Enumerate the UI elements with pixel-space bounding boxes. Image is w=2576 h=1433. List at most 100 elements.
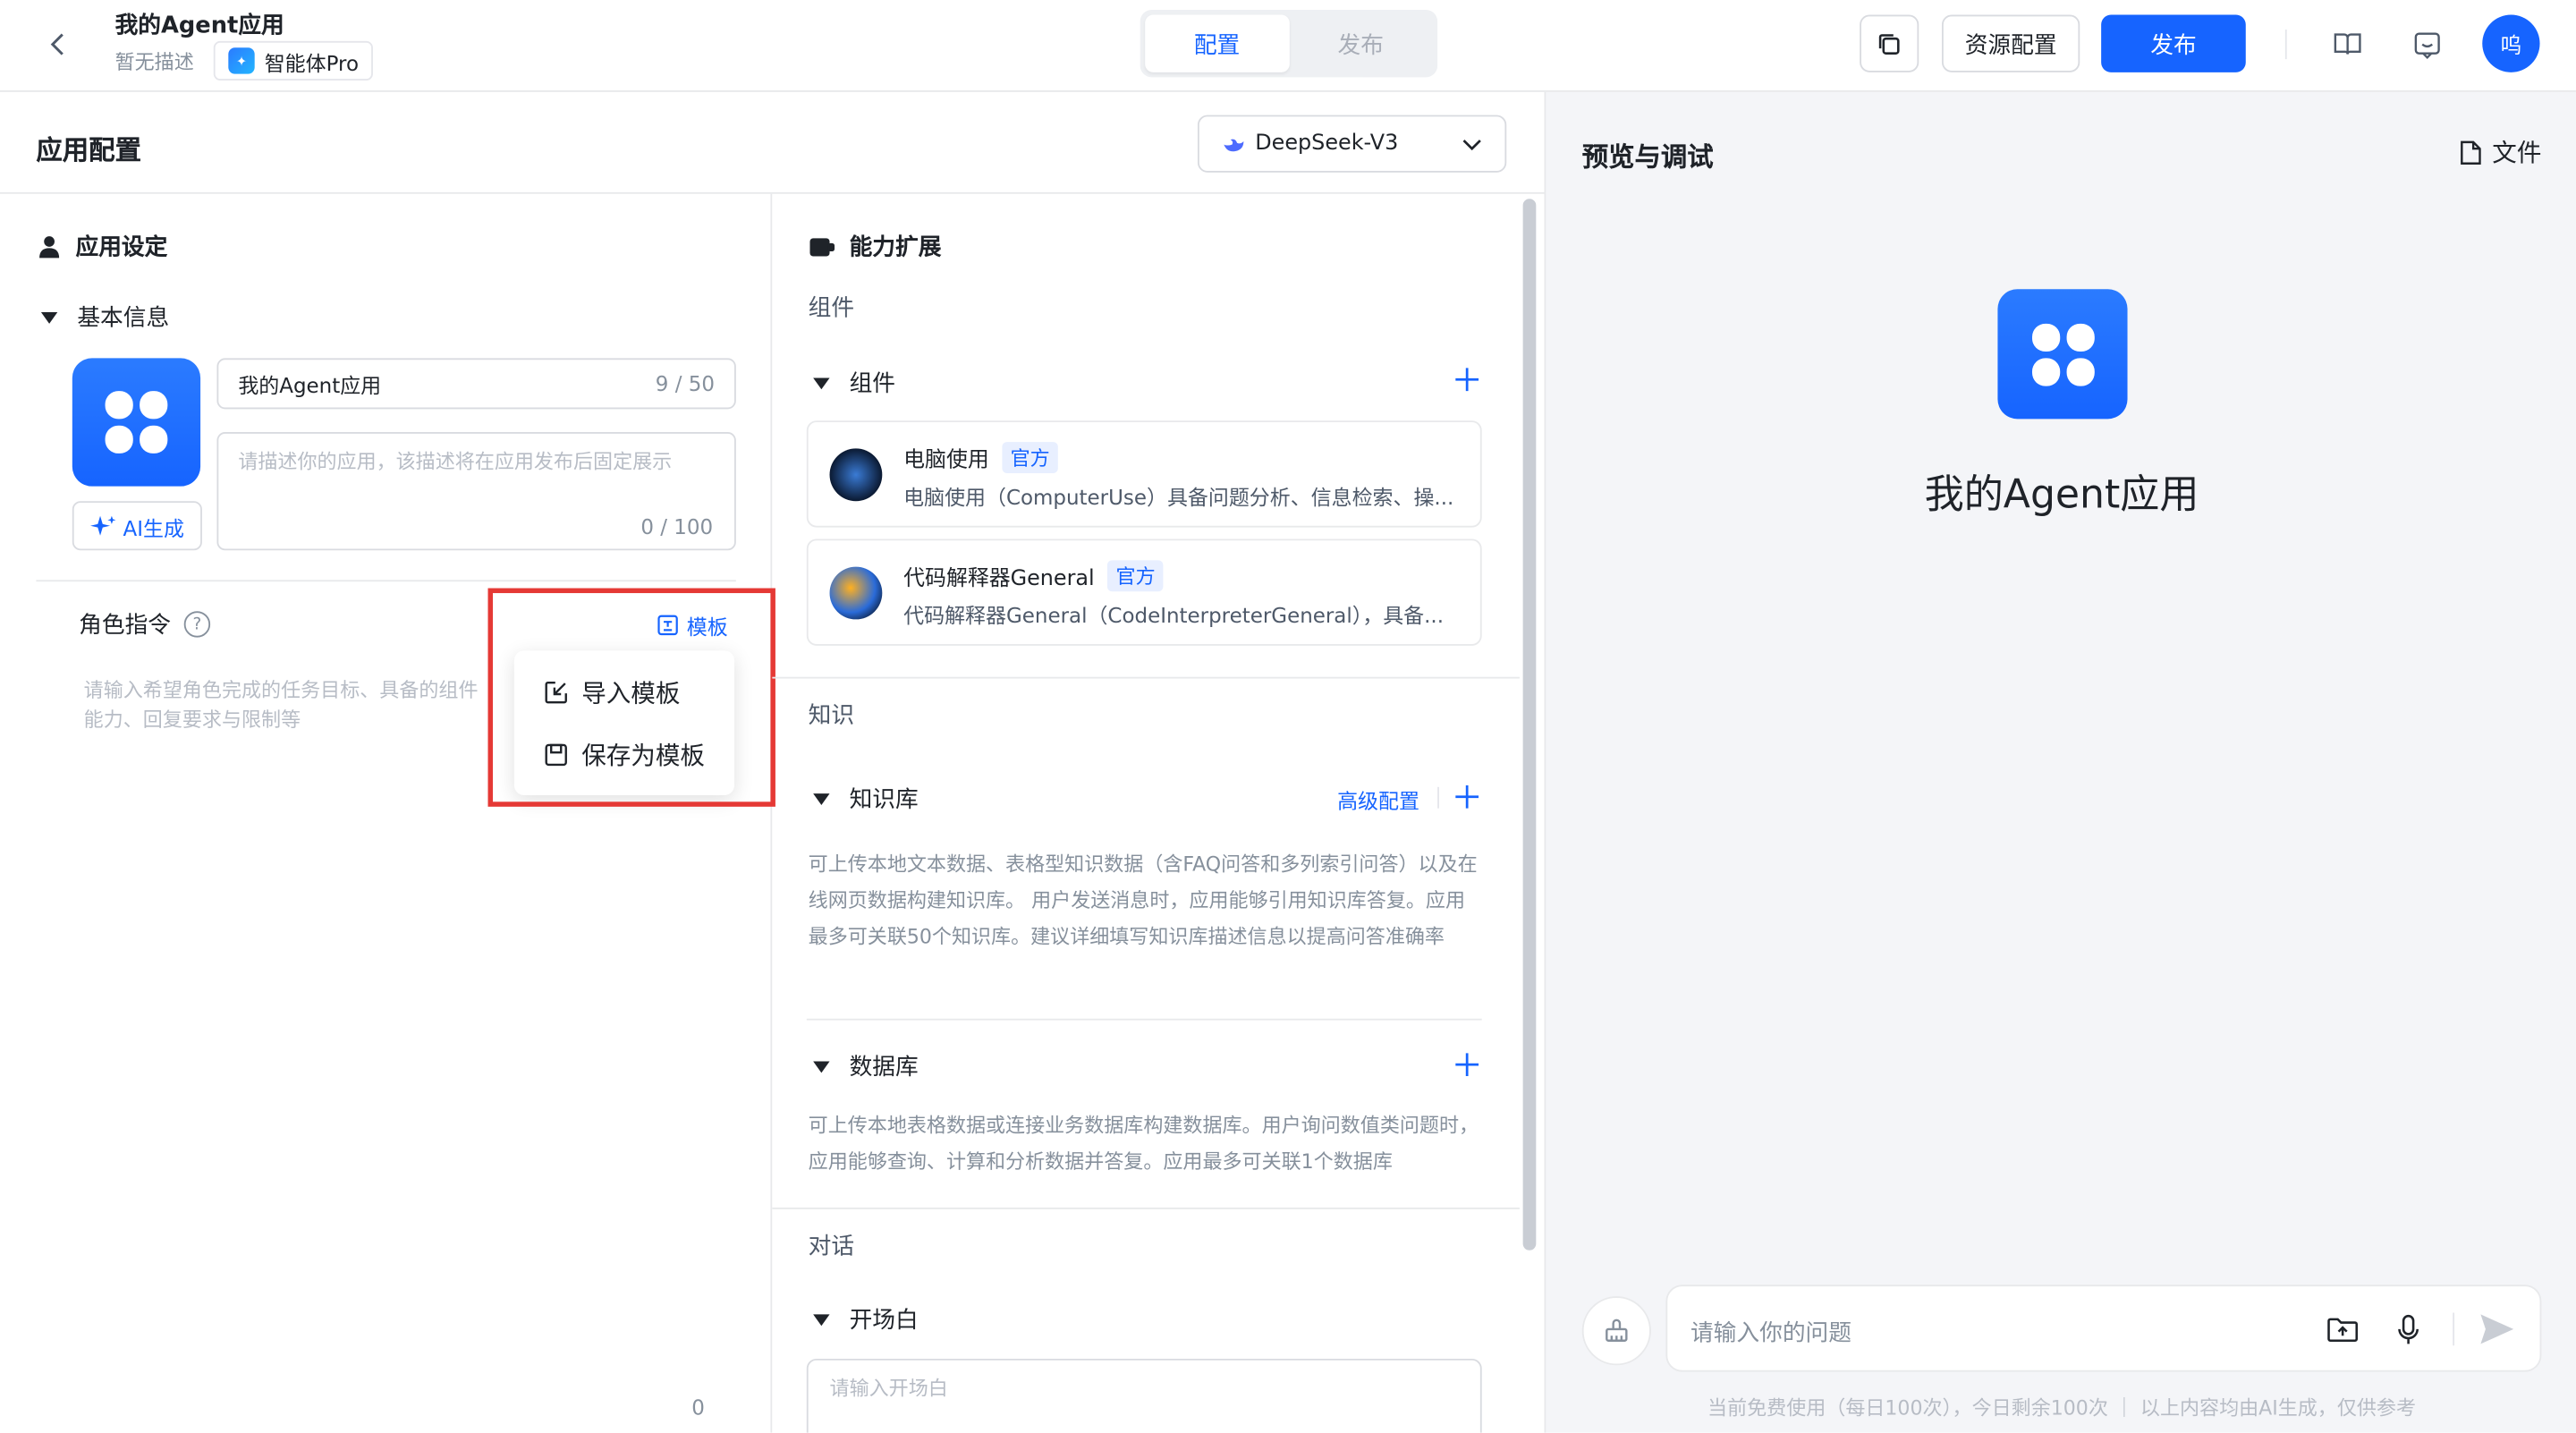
component-title: 代码解释器General 官方 — [903, 560, 1164, 592]
component-title: 电脑使用 官方 — [903, 442, 1058, 473]
puzzle-icon — [809, 237, 835, 256]
chevron-left-icon — [50, 33, 64, 55]
ai-generate-label: AI生成 — [123, 514, 184, 540]
tab-config[interactable]: 配置 — [1145, 14, 1289, 72]
back-button[interactable] — [39, 26, 75, 62]
send-icon — [2480, 1314, 2514, 1344]
file-button[interactable]: 文件 — [2460, 135, 2542, 170]
app-name-input[interactable]: 我的Agent应用 9 / 50 — [216, 358, 736, 410]
settings-section-title: 应用设定 — [75, 234, 168, 262]
knowledge-base-toggle[interactable]: 知识库 — [813, 782, 919, 815]
divider — [36, 580, 736, 582]
chat-input[interactable]: 请输入你的问题 — [1665, 1285, 2542, 1372]
divider — [1437, 786, 1439, 809]
components-toggle[interactable]: 组件 — [813, 367, 895, 400]
ability-section-title: 能力扩展 — [849, 234, 942, 262]
voice-input-button[interactable] — [2390, 1311, 2426, 1347]
help-icon[interactable]: ? — [183, 611, 211, 638]
tab-publish[interactable]: 发布 — [1289, 15, 1433, 72]
component-name: 电脑使用 — [903, 448, 989, 473]
caret-down-icon — [813, 1060, 830, 1073]
advanced-config-link[interactable]: 高级配置 — [1337, 784, 1419, 815]
basic-info-toggle[interactable]: 基本信息 — [40, 301, 169, 334]
add-component-icon[interactable] — [1453, 367, 1479, 393]
app-type-badge: ✦ 智能体Pro — [213, 40, 374, 81]
file-icon — [2461, 140, 2481, 165]
file-button-label: 文件 — [2492, 138, 2542, 168]
app-description: 暂无描述 — [114, 50, 194, 74]
user-icon — [39, 236, 60, 259]
model-select[interactable]: DeepSeek-V3 — [1197, 114, 1507, 173]
clear-chat-button[interactable] — [1581, 1296, 1651, 1366]
app-name-count: 9 / 50 — [655, 371, 715, 396]
add-database-icon[interactable] — [1453, 1051, 1479, 1077]
component-description: 代码解释器General（CodeInterpreterGeneral），具备.… — [903, 603, 1445, 628]
deepseek-logo-icon — [1224, 138, 1244, 151]
component-description: 电脑使用（ComputerUse）具备问题分析、信息检索、操... — [903, 484, 1454, 510]
official-tag: 官方 — [1107, 560, 1164, 592]
preview-app-name: 我的Agent应用 — [1924, 471, 2199, 518]
component-card[interactable]: 电脑使用 官方 电脑使用（ComputerUse）具备问题分析、信息检索、操..… — [806, 420, 1482, 528]
caret-down-icon — [813, 1313, 830, 1326]
user-avatar[interactable]: 呜 — [2482, 14, 2540, 72]
knowledge-base-description: 可上传本地文本数据、表格型知识数据（含FAQ问答和多列索引问答）以及在线网页数据… — [808, 852, 1478, 948]
upload-icon — [2327, 1318, 2359, 1343]
add-knowledge-base-icon[interactable] — [1453, 784, 1479, 810]
app-name-value: 我的Agent应用 — [238, 372, 382, 398]
database-header: 数据库 — [849, 1055, 919, 1081]
caret-down-icon — [813, 793, 830, 805]
app-settings-column: 应用设定 基本信息 AI生成 我的Agent应用 9 / 50 请描述你的应用，… — [0, 193, 775, 1433]
component-name: 代码解释器General — [903, 566, 1095, 592]
official-tag: 官方 — [1002, 442, 1058, 473]
scrollbar[interactable] — [1522, 199, 1537, 1251]
app-description-count: 0 / 100 — [640, 513, 714, 539]
docs-button[interactable] — [2328, 25, 2368, 64]
preview-app-logo — [1997, 289, 2128, 420]
app-title: 我的Agent应用 — [114, 13, 284, 40]
ai-generate-button[interactable]: AI生成 — [72, 501, 202, 551]
role-instruction-input[interactable]: 请输入希望角色完成的任务目标、具备的组件能力、回复要求与限制等 — [84, 675, 495, 734]
book-icon — [2334, 33, 2361, 55]
opening-input[interactable]: 请输入开场白 — [806, 1358, 1482, 1433]
computer-use-icon — [829, 448, 883, 502]
chat-input-placeholder: 请输入你的问题 — [1690, 1320, 1852, 1348]
config-title: 应用配置 — [36, 134, 141, 166]
caret-down-icon — [813, 377, 830, 389]
highlight-box — [487, 588, 775, 807]
settings-section-header: 应用设定 — [36, 230, 167, 263]
agent-pro-icon: ✦ — [228, 47, 255, 74]
database-description: 可上传本地表格数据或连接业务数据库构建数据库。用户询问数值类问题时，应用能够查询… — [808, 1114, 1479, 1174]
send-button[interactable] — [2479, 1311, 2515, 1347]
upload-button[interactable] — [2325, 1311, 2360, 1347]
config-header: 应用配置 DeepSeek-V3 — [0, 92, 1545, 194]
clover-icon — [2031, 322, 2094, 386]
microphone-icon — [2398, 1313, 2419, 1344]
mode-tabs: 配置 发布 — [1140, 10, 1438, 78]
component-card[interactable]: 代码解释器General 官方 代码解释器General（CodeInterpr… — [806, 538, 1482, 646]
category-knowledge-label: 知识 — [808, 703, 855, 730]
resource-config-button[interactable]: 资源配置 — [1941, 14, 2080, 72]
code-interpreter-icon — [829, 566, 883, 620]
chevron-down-icon — [1462, 139, 1481, 150]
divider — [2284, 30, 2287, 60]
caret-down-icon — [40, 311, 58, 323]
opening-header: 开场白 — [849, 1308, 919, 1335]
opening-toggle[interactable]: 开场白 — [813, 1303, 919, 1336]
category-dialog-label: 对话 — [808, 1234, 855, 1260]
ability-extension-column: 能力扩展 组件 组件 电脑使用 官方 电脑使用（ComputerUse）具备问题… — [772, 194, 1520, 1433]
publish-button[interactable]: 发布 — [2101, 14, 2246, 72]
divider — [806, 1018, 1482, 1021]
app-description-input[interactable]: 请描述你的应用，该描述将在应用发布后固定展示 0 / 100 — [216, 432, 736, 551]
role-instruction-count: 0 — [691, 1395, 705, 1420]
preview-title: 预览与调试 — [1581, 140, 1714, 173]
sparkle-icon — [89, 515, 116, 536]
database-toggle[interactable]: 数据库 — [813, 1050, 919, 1083]
copy-button[interactable] — [1860, 14, 1919, 72]
feedback-button[interactable] — [2407, 25, 2446, 64]
divider — [772, 676, 1520, 679]
usage-footer: 当前免费使用（每日100次），今日剩余100次 ｜ 以上内容均由AI生成，仅供参… — [1707, 1396, 2417, 1420]
top-bar: 我的Agent应用 暂无描述 ✦ 智能体Pro 配置 发布 资源配置 发布 呜 — [0, 0, 2576, 92]
clover-icon — [105, 391, 168, 454]
app-logo[interactable] — [72, 358, 201, 487]
ability-section-header: 能力扩展 — [809, 230, 942, 263]
